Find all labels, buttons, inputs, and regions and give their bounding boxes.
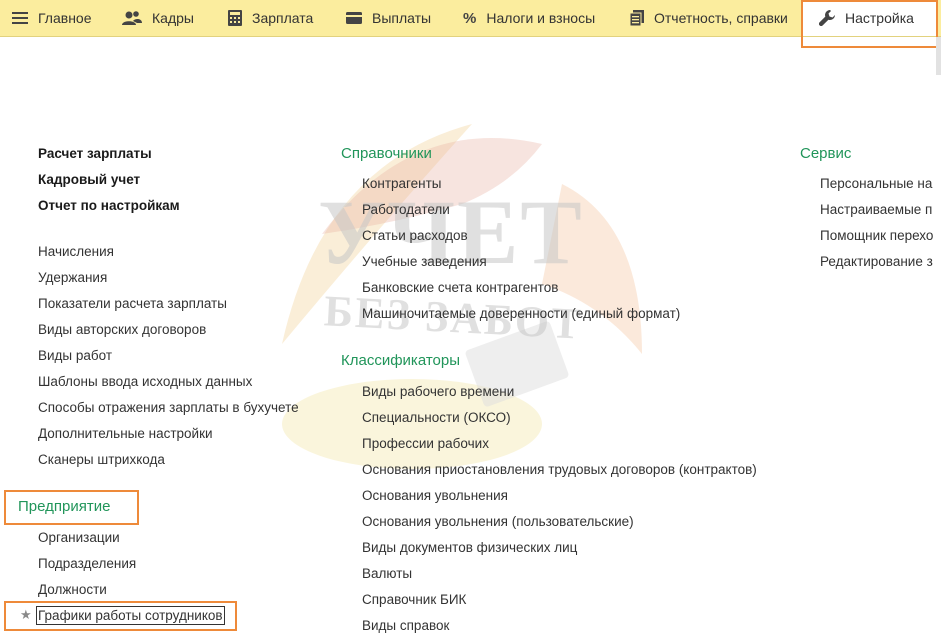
wallet-icon xyxy=(346,12,362,24)
scrollbar[interactable] xyxy=(936,37,941,75)
link-deductions[interactable]: Удержания xyxy=(38,270,107,285)
link-personal-settings[interactable]: Персональные на xyxy=(820,176,932,191)
link-counterparty-bank-accounts[interactable]: Банковские счета контрагентов xyxy=(362,280,558,295)
link-currencies[interactable]: Валюты xyxy=(362,566,412,581)
link-machine-readable-proxies[interactable]: Машиночитаемые доверенности (единый форм… xyxy=(362,306,680,321)
link-accruals[interactable]: Начисления xyxy=(38,244,114,259)
section-title-references: Справочники xyxy=(341,145,432,162)
nav-salary-label: Зарплата xyxy=(252,10,314,26)
nav-taxes[interactable]: % Налоги и взносы xyxy=(463,0,595,36)
section-title-enterprise: Предприятие xyxy=(18,498,111,515)
nav-salary[interactable]: Зарплата xyxy=(228,0,313,36)
link-expense-items[interactable]: Статьи расходов xyxy=(362,228,468,243)
nav-settings-label: Настройка xyxy=(845,10,914,26)
nav-personnel[interactable]: Кадры xyxy=(122,0,194,36)
reports-icon xyxy=(630,10,644,26)
link-additional-settings[interactable]: Дополнительные настройки xyxy=(38,426,213,441)
link-payroll-calculation[interactable]: Расчет зарплаты xyxy=(38,146,152,161)
people-icon xyxy=(122,10,142,26)
link-certificate-types[interactable]: Виды справок xyxy=(362,618,449,633)
nav-personnel-label: Кадры xyxy=(152,10,194,26)
nav-settings[interactable]: Настройка xyxy=(803,0,937,36)
link-work-types[interactable]: Виды работ xyxy=(38,348,112,363)
link-contract-suspension-grounds[interactable]: Основания приостановления трудовых догов… xyxy=(362,462,757,477)
percent-icon: % xyxy=(463,9,477,27)
link-dismissal-grounds[interactable]: Основания увольнения xyxy=(362,488,508,503)
section-title-service: Сервис xyxy=(800,145,852,162)
nav-main-label: Главное xyxy=(38,10,92,26)
link-transition-assistant[interactable]: Помощник перехо xyxy=(820,228,933,243)
link-hr-accounting[interactable]: Кадровый учет xyxy=(38,172,140,187)
link-custom-settings[interactable]: Настраиваемые п xyxy=(820,202,932,217)
link-salary-reflection[interactable]: Способы отражения зарплаты в бухучете xyxy=(38,400,299,415)
link-departments[interactable]: Подразделения xyxy=(38,556,136,571)
link-payroll-indicators[interactable]: Показатели расчета зарплаты xyxy=(38,296,227,311)
link-person-document-types[interactable]: Виды документов физических лиц xyxy=(362,540,577,555)
nav-payments-label: Выплаты xyxy=(372,10,432,26)
top-nav-bar: Главное Кадры Зарплата Выплаты % Налоги … xyxy=(0,0,941,37)
link-dismissal-grounds-custom[interactable]: Основания увольнения (пользовательские) xyxy=(362,514,634,529)
hamburger-menu-icon xyxy=(12,11,28,25)
service-links-clip: Персональные на Настраиваемые п Помощник… xyxy=(820,170,941,290)
nav-reports[interactable]: Отчетность, справки xyxy=(630,0,788,36)
wrench-icon xyxy=(819,10,835,26)
link-input-templates[interactable]: Шаблоны ввода исходных данных xyxy=(38,374,252,389)
link-editing[interactable]: Редактирование з xyxy=(820,254,933,269)
link-worker-professions[interactable]: Профессии рабочих xyxy=(362,436,489,451)
link-educational-institutions[interactable]: Учебные заведения xyxy=(362,254,487,269)
calculator-icon xyxy=(228,10,242,26)
link-author-contract-types[interactable]: Виды авторских договоров xyxy=(38,322,206,337)
link-organizations[interactable]: Организации xyxy=(38,530,120,545)
link-employers[interactable]: Работодатели xyxy=(362,202,450,217)
link-counterparties[interactable]: Контрагенты xyxy=(362,176,442,191)
link-work-schedules[interactable]: Графики работы сотрудников xyxy=(36,606,225,625)
link-positions[interactable]: Должности xyxy=(38,582,107,597)
nav-taxes-label: Налоги и взносы xyxy=(486,10,596,26)
link-specialties-okso[interactable]: Специальности (ОКСО) xyxy=(362,410,511,425)
link-working-time-types[interactable]: Виды рабочего времени xyxy=(362,384,514,399)
section-title-classifiers: Классификаторы xyxy=(341,352,461,369)
nav-reports-label: Отчетность, справки xyxy=(654,10,788,26)
nav-payments[interactable]: Выплаты xyxy=(346,0,431,36)
link-settings-report[interactable]: Отчет по настройкам xyxy=(38,198,180,213)
nav-main[interactable]: Главное xyxy=(12,0,92,36)
link-barcode-scanners[interactable]: Сканеры штрихкода xyxy=(38,452,165,467)
star-icon[interactable]: ★ xyxy=(20,607,32,623)
link-bik-directory[interactable]: Справочник БИК xyxy=(362,592,466,607)
